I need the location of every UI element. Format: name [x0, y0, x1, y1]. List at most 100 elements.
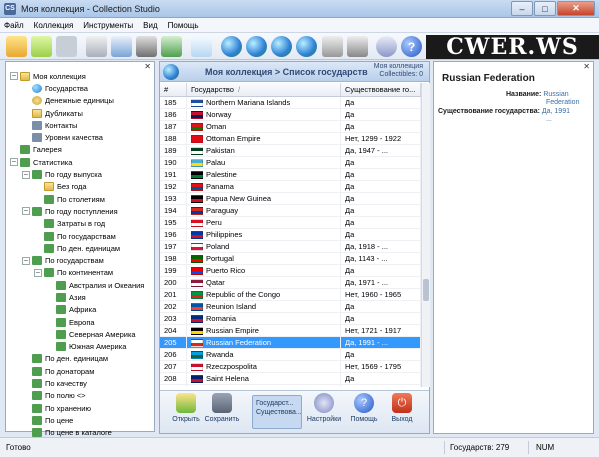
search-country-icon[interactable] — [271, 36, 292, 57]
table-row[interactable]: 195 Peru Да — [160, 217, 421, 229]
table-row[interactable]: 204 Russian Empire Нет, 1721 - 1917 — [160, 325, 421, 337]
add-country-icon[interactable] — [221, 36, 242, 57]
menu-view[interactable]: Вид — [143, 21, 157, 30]
table-row[interactable]: 208 Saint Helena Да — [160, 373, 421, 385]
tree-item[interactable]: Контакты — [6, 119, 154, 131]
help-button[interactable]: ? Помощь — [346, 393, 382, 432]
table-row[interactable]: 188 Ottoman Empire Нет, 1299 - 1922 — [160, 133, 421, 145]
column-number[interactable]: # — [160, 83, 187, 96]
tree-item[interactable]: По хранению — [6, 402, 154, 414]
tree-item[interactable]: Европа — [6, 316, 154, 328]
table-row[interactable]: 200 Qatar Да, 1971 - ... — [160, 277, 421, 289]
tree-toggle-icon[interactable]: – — [22, 207, 30, 216]
table-row[interactable]: 189 Pakistan Да, 1947 - ... — [160, 145, 421, 157]
tree-item[interactable]: Австралия и Океания — [6, 279, 154, 291]
tree-toggle-icon[interactable]: – — [22, 170, 30, 179]
table-row[interactable]: 206 Rwanda Да — [160, 349, 421, 361]
table-row[interactable]: 186 Norway Да — [160, 109, 421, 121]
tree-toggle-icon[interactable]: – — [10, 72, 18, 81]
details-panel: ✕ Russian Federation Название: Russian F… — [433, 61, 594, 434]
column-country-label: Государство — [191, 85, 234, 94]
export-icon[interactable] — [111, 36, 132, 57]
tree-item[interactable]: – По году поступления — [6, 205, 154, 217]
tree-item[interactable]: По цене — [6, 414, 154, 426]
settings-button[interactable]: Настройки — [306, 393, 342, 432]
tree-item[interactable]: Дубликаты — [6, 107, 154, 119]
tree-item[interactable]: По полю <> — [6, 390, 154, 402]
table-row[interactable]: 202 Reunion Island Да — [160, 301, 421, 313]
tree-item[interactable]: По столетиям — [6, 193, 154, 205]
paste-icon[interactable] — [347, 36, 368, 57]
delete-country-icon[interactable] — [296, 36, 317, 57]
grid-scrollbar[interactable] — [421, 83, 430, 387]
help-icon[interactable]: ? — [401, 36, 422, 57]
tree-item[interactable]: Южная Америка — [6, 341, 154, 353]
column-country[interactable]: Государство / — [187, 83, 341, 96]
minimize-button[interactable]: – — [511, 1, 533, 16]
maximize-button[interactable]: □ — [534, 1, 556, 16]
table-row[interactable]: 207 Rzeczpospolita Нет, 1569 - 1795 — [160, 361, 421, 373]
table-row[interactable]: 201 Republic of the Congo Нет, 1960 - 1965 — [160, 289, 421, 301]
view-fields-button[interactable]: Государст... Существова... — [252, 395, 302, 429]
tree-item[interactable]: – Моя коллекция — [6, 70, 154, 82]
tree-toggle-icon[interactable]: – — [34, 268, 42, 277]
cut-icon[interactable] — [322, 36, 343, 57]
tree-item[interactable]: По ден. единицам — [6, 242, 154, 254]
tree-item[interactable]: По донаторам — [6, 365, 154, 377]
tree-item[interactable]: Северная Америка — [6, 328, 154, 340]
table-row[interactable]: 198 Portugal Да, 1143 - ... — [160, 253, 421, 265]
table-row[interactable]: 197 Poland Да, 1918 - ... — [160, 241, 421, 253]
save-icon[interactable] — [56, 36, 77, 57]
tree-item[interactable]: Затраты в год — [6, 218, 154, 230]
tree-item[interactable]: По ден. единицам — [6, 353, 154, 365]
tree-item-label: По ден. единицам — [45, 354, 109, 364]
details-panel-close-icon[interactable]: ✕ — [583, 62, 590, 71]
new-document-icon[interactable] — [191, 36, 212, 57]
tree-item[interactable]: Галерея — [6, 144, 154, 156]
table-row[interactable]: 196 Philippines Да — [160, 229, 421, 241]
tree-item[interactable]: – По государствам — [6, 254, 154, 266]
tree-item[interactable]: Без года — [6, 181, 154, 193]
settings-gear-icon[interactable] — [376, 36, 397, 57]
binoculars-icon[interactable] — [136, 36, 157, 57]
table-row[interactable]: 199 Puerto Rico Да — [160, 265, 421, 277]
table-row[interactable]: 187 Oman Да — [160, 121, 421, 133]
table-row[interactable]: 203 Romania Да — [160, 313, 421, 325]
table-row[interactable]: 194 Paraguay Да — [160, 205, 421, 217]
tree-item[interactable]: Африка — [6, 304, 154, 316]
close-button[interactable]: ✕ — [557, 1, 595, 16]
table-row[interactable]: 209 Saint Kitts and Nevis Да, 1983 - ... — [160, 385, 421, 387]
table-row[interactable]: 191 Palestine Да — [160, 169, 421, 181]
table-row[interactable]: 190 Palau Да — [160, 157, 421, 169]
flag-icon — [191, 362, 203, 371]
tree-toggle-icon[interactable]: – — [10, 158, 18, 167]
table-row[interactable]: 193 Papua New Guinea Да — [160, 193, 421, 205]
open-folder-icon[interactable] — [31, 36, 52, 57]
tree-item[interactable]: По государствам — [6, 230, 154, 242]
table-row[interactable]: 205 Russian Federation Да, 1991 - ... — [160, 337, 421, 349]
table-row[interactable]: 185 Northern Mariana Islands Да — [160, 97, 421, 109]
menu-help[interactable]: Помощь — [168, 21, 199, 30]
tree-item[interactable]: Уровни качества — [6, 131, 154, 143]
chart-icon[interactable] — [161, 36, 182, 57]
print-icon[interactable] — [86, 36, 107, 57]
tree-item[interactable]: Государства — [6, 82, 154, 94]
tree-item[interactable]: Азия — [6, 291, 154, 303]
exit-button[interactable]: ⏻ Выход — [384, 393, 420, 432]
menu-collection[interactable]: Коллекция — [34, 21, 74, 30]
table-row[interactable]: 192 Panama Да — [160, 181, 421, 193]
tree-item[interactable]: – По году выпуска — [6, 168, 154, 180]
menu-file[interactable]: Файл — [4, 21, 24, 30]
new-collection-icon[interactable] — [6, 36, 27, 57]
tree-item[interactable]: По качеству — [6, 377, 154, 389]
column-existence[interactable]: Существование го... — [341, 83, 421, 96]
save-button[interactable]: Сохранить — [204, 393, 240, 432]
open-button[interactable]: Открыть — [168, 393, 204, 432]
tree-toggle-icon[interactable]: – — [22, 256, 30, 265]
tree-item[interactable]: Денежные единицы — [6, 95, 154, 107]
scrollbar-thumb[interactable] — [423, 279, 429, 301]
edit-country-icon[interactable] — [246, 36, 267, 57]
tree-item[interactable]: – По континентам — [6, 267, 154, 279]
menu-tools[interactable]: Инструменты — [83, 21, 133, 30]
tree-item[interactable]: – Статистика — [6, 156, 154, 168]
